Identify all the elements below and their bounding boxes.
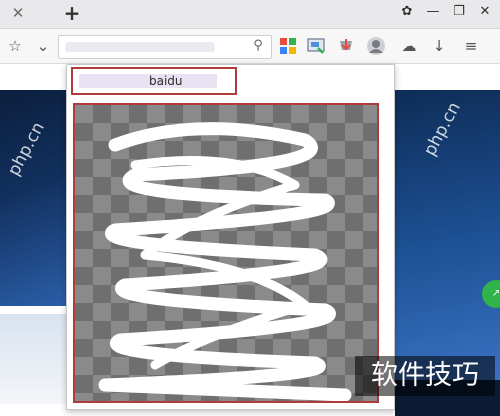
app-grid-icon[interactable]: [278, 36, 298, 56]
window-controls: ✿ — ❐ ✕: [398, 3, 494, 21]
tab-bar: ✕ + ✿ — ❐ ✕: [0, 0, 500, 29]
menu-icon[interactable]: ≡: [460, 35, 482, 57]
address-bar[interactable]: ⚲: [58, 35, 272, 59]
popup-header-text[interactable]: baidu: [79, 74, 217, 88]
star-icon[interactable]: ☆: [4, 35, 26, 57]
close-window-icon[interactable]: ✕: [476, 3, 494, 21]
redaction-scribble: [98, 122, 352, 401]
qr-code-area-redacted: [73, 103, 379, 403]
cloud-icon[interactable]: ☁: [398, 35, 420, 57]
plus-icon[interactable]: +: [62, 3, 82, 23]
chevron-down-icon[interactable]: ⌄: [32, 35, 54, 57]
minimize-icon[interactable]: —: [424, 3, 442, 21]
extension-popup-panel: baidu: [66, 64, 395, 410]
close-icon[interactable]: ✕: [9, 4, 27, 22]
settings-icon[interactable]: ✿: [398, 3, 416, 21]
popup-header-highlight: baidu: [71, 67, 237, 95]
search-icon[interactable]: ⚲: [249, 37, 267, 55]
left-lower-image: [0, 314, 66, 404]
user-avatar-icon[interactable]: [366, 36, 386, 56]
restore-icon[interactable]: ❐: [450, 3, 468, 21]
download-helper-icon[interactable]: [336, 36, 356, 56]
download-icon[interactable]: ↓: [428, 35, 450, 57]
blurred-url: [65, 42, 215, 52]
navigation-toolbar: ☆ ⌄ ⚲ ☁ ↓ ≡: [0, 29, 500, 64]
watermark-badge: 软件技巧: [355, 356, 495, 396]
screenshot-icon[interactable]: [306, 36, 326, 56]
